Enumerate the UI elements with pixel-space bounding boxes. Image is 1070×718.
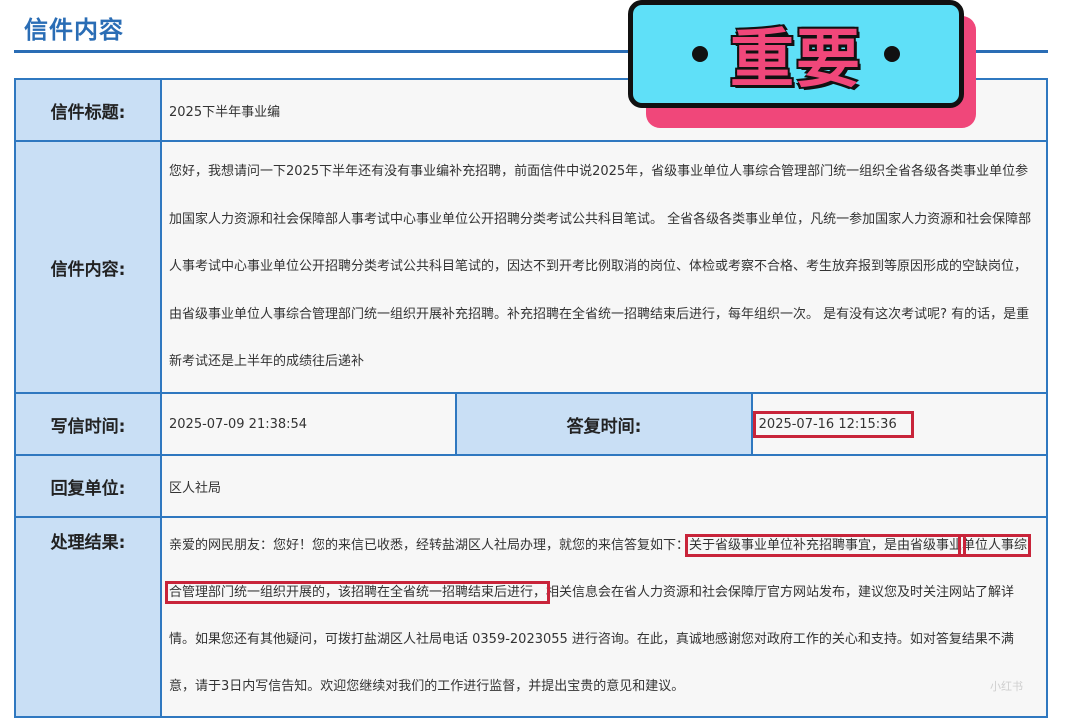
reply-time-label: 答复时间: <box>455 392 753 456</box>
important-badge: 重要 <box>628 0 964 108</box>
page-title: 信件内容 <box>24 16 124 44</box>
badge-dot-right <box>884 46 900 62</box>
reply-unit-value: 区人社局 <box>160 454 1048 518</box>
result-label: 处理结果: <box>14 516 162 718</box>
badge-text: 重要 <box>730 23 862 97</box>
subject-label: 信件标题: <box>14 78 162 142</box>
write-time-label: 写信时间: <box>14 392 162 456</box>
result-row: 处理结果: 亲爱的网民朋友：您好！您的来信已收悉，经转盐湖区人社局办理，就您的来… <box>14 516 1048 718</box>
badge-dot-left <box>692 46 708 62</box>
reply-unit-label: 回复单位: <box>14 454 162 518</box>
reply-time-value: 2025-07-16 12:15:36 <box>752 410 914 438</box>
result-rest: 相关信息会在省人力资源和社会保障厅官方网站发布，建议您及时关注网站了解详情。如果… <box>169 585 1015 694</box>
content-label: 信件内容: <box>14 140 162 394</box>
content-row: 信件内容: 您好，我想请问一下2025下半年还有没有事业编补充招聘，前面信件中说… <box>14 140 1048 394</box>
result-value: 亲爱的网民朋友：您好！您的来信已收悉，经转盐湖区人社局办理，就您的来信答复如下：… <box>164 519 1045 710</box>
result-intro: 亲爱的网民朋友：您好！您的来信已收悉，经转盐湖区人社局办理，就您的来信答复如下： <box>169 538 690 553</box>
write-time-value: 2025-07-09 21:38:54 <box>159 392 458 456</box>
unit-row: 回复单位: 区人社局 <box>14 454 1048 518</box>
time-row: 写信时间: 2025-07-09 21:38:54 答复时间: 2025-07-… <box>14 392 1049 456</box>
content-value: 您好，我想请问一下2025下半年还有没有事业编补充招聘，前面信件中说2025年，… <box>169 164 1032 370</box>
result-highlight-a: 关于省级事业单位补充招聘事宜，是由省级事业 <box>685 534 967 557</box>
letter-detail-table: 信件标题: 2025下半年事业编 信件内容: 您好，我想请问一下2025下半年还… <box>14 78 1049 718</box>
